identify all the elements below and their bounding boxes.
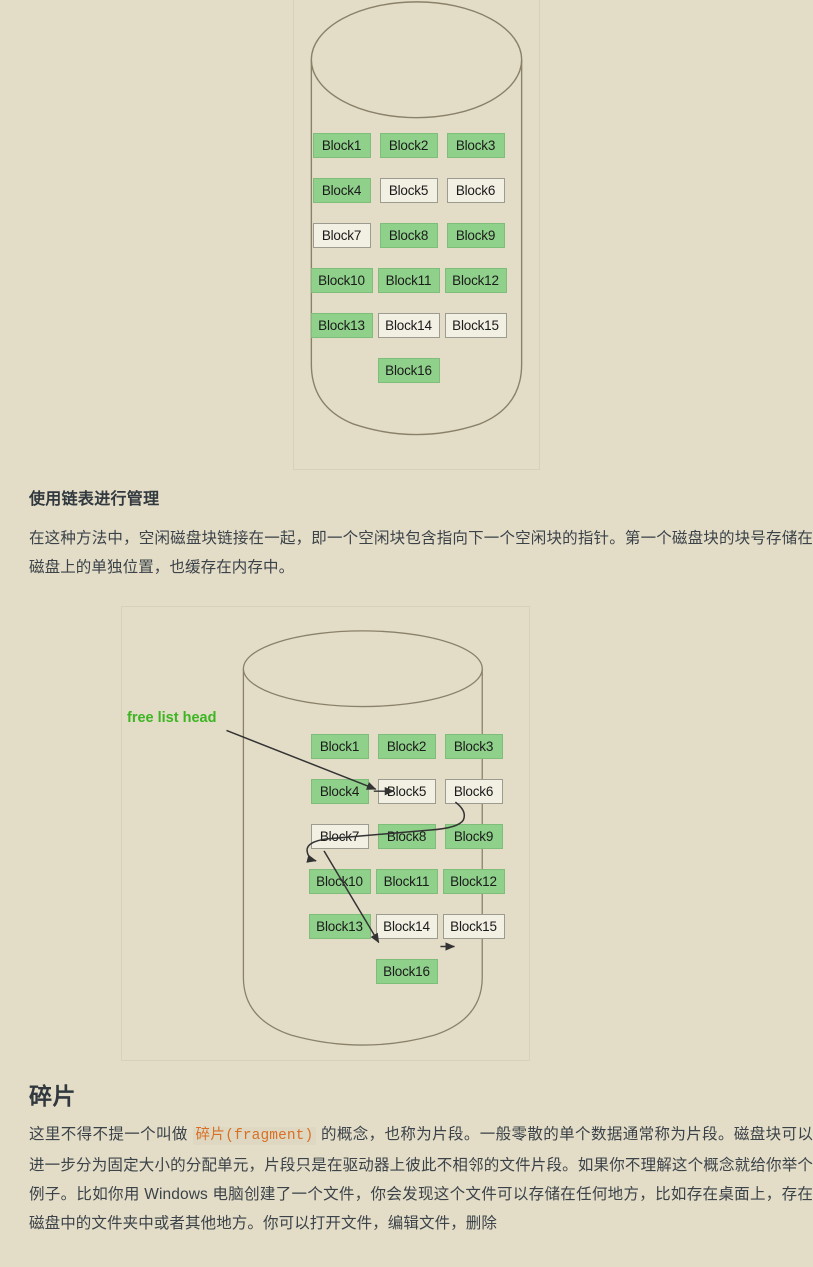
block-block14: Block14 (377, 313, 440, 338)
block-block1: Block1 (310, 734, 369, 759)
block-block14: Block14 (375, 914, 438, 939)
block-block11: Block11 (375, 869, 438, 894)
block-block10: Block10 (310, 268, 373, 293)
block-block9: Block9 (444, 824, 503, 849)
block-block13: Block13 (308, 914, 371, 939)
block-block8: Block8 (377, 824, 436, 849)
block-block5: Block5 (379, 178, 438, 203)
heading-linked-list: 使用链表进行管理 (29, 491, 160, 508)
block-block2: Block2 (377, 734, 436, 759)
block-block15: Block15 (444, 313, 507, 338)
free-list-head-label: free list head (127, 710, 217, 726)
block-block4: Block4 (310, 779, 369, 804)
block-grid-2: Block1 Block2 Block3 Block4 Block5 Block6 Bloc… (306, 734, 507, 984)
block-block6: Block6 (446, 178, 505, 203)
fragment-inline-code: 碎片(fragment) (192, 1127, 317, 1145)
disk-block-map-figure: Block1 Block2 Block3 Block4 Block5 Block6 Bloc… (293, 0, 540, 470)
paragraph-linked-list: 在这种方法中，空闲磁盘块链接在一起，即一个空闲块包含指向下一个空闲块的指针。第一… (29, 530, 813, 576)
block-block8: Block8 (379, 223, 438, 248)
block-block4: Block4 (312, 178, 371, 203)
block-block16: Block16 (377, 358, 440, 383)
block-block9: Block9 (446, 223, 505, 248)
block-block3: Block3 (444, 734, 503, 759)
heading-fragment: 碎片 (29, 1083, 76, 1109)
block-block16: Block16 (375, 959, 438, 984)
block-grid-1: Block1 Block2 Block3 Block4 Block5 Block6 Bloc… (308, 133, 509, 383)
block-block3: Block3 (446, 133, 505, 158)
block-block11: Block11 (377, 268, 440, 293)
block-block13: Block13 (310, 313, 373, 338)
paragraph-fragment: 这里不得不提一个叫做 碎片(fragment) 的概念，也称为片段。一般零散的单… (29, 1120, 813, 1238)
block-block12: Block12 (444, 268, 507, 293)
block-block6: Block6 (444, 779, 503, 804)
block-block1: Block1 (312, 133, 371, 158)
fragment-text-before: 这里不得不提一个叫做 (29, 1126, 193, 1143)
block-block15: Block15 (442, 914, 505, 939)
block-block10: Block10 (308, 869, 371, 894)
block-block7: Block7 (312, 223, 371, 248)
free-list-figure: free list head Block1 Block2 Block3 Block4 B… (121, 606, 530, 1061)
block-block12: Block12 (442, 869, 505, 894)
block-block2: Block2 (379, 133, 438, 158)
block-block5: Block5 (377, 779, 436, 804)
block-block7: Block7 (310, 824, 369, 849)
